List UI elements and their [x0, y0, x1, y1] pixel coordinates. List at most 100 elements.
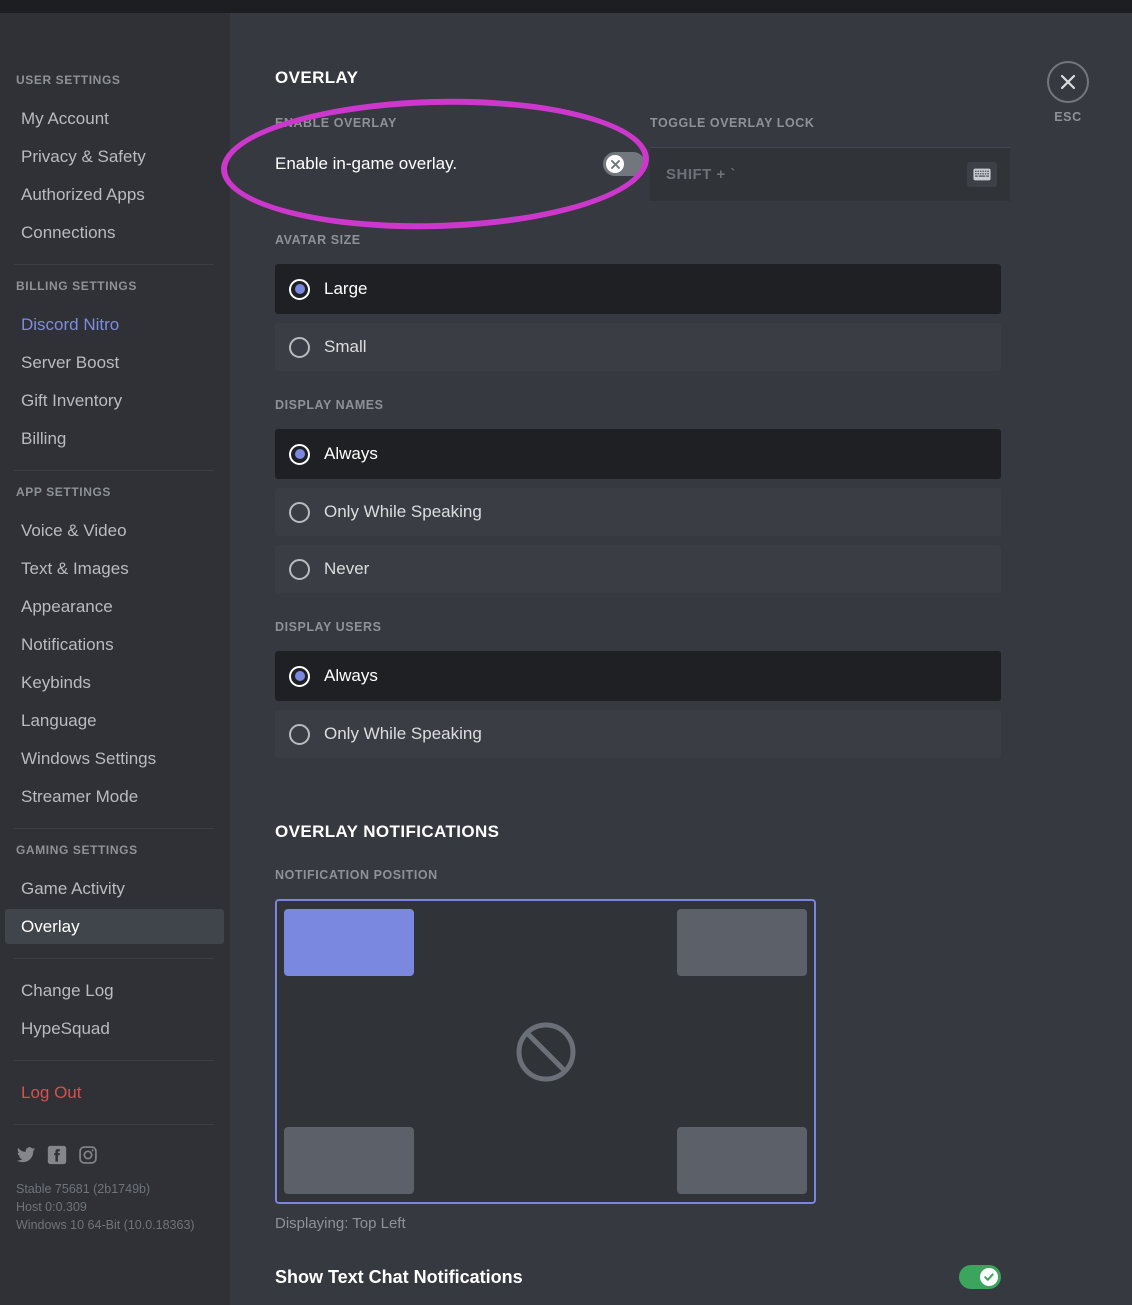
display-users-options: Always Only While Speaking: [275, 651, 1001, 758]
sidebar-group-header-app: APP SETTINGS: [0, 485, 230, 499]
close-settings-button[interactable]: ESC: [1038, 61, 1098, 124]
radio-label: Small: [324, 337, 367, 357]
radio-display-names-never[interactable]: Never: [275, 545, 1001, 593]
sidebar-item-overlay[interactable]: Overlay: [5, 909, 224, 944]
keyboard-icon: [973, 168, 991, 181]
close-icon-circle: [1047, 61, 1089, 103]
sidebar-item-windows-settings[interactable]: Windows Settings: [5, 741, 224, 776]
display-users-section: DISPLAY USERS Always Only While Speaking: [275, 620, 1132, 758]
radio-display-users-always[interactable]: Always: [275, 651, 1001, 701]
radio-display-users-only-while-speaking[interactable]: Only While Speaking: [275, 710, 1001, 758]
radio-label: Always: [324, 444, 378, 464]
sidebar-item-gift-inventory[interactable]: Gift Inventory: [5, 383, 224, 418]
sidebar-item-authorized-apps[interactable]: Authorized Apps: [5, 177, 224, 212]
sidebar-item-server-boost[interactable]: Server Boost: [5, 345, 224, 380]
show-text-chat-notifications-label: Show Text Chat Notifications: [275, 1267, 523, 1288]
settings-sidebar: USER SETTINGS My Account Privacy & Safet…: [0, 13, 230, 1305]
notification-position-label: NOTIFICATION POSITION: [275, 868, 1132, 882]
radio-avatar-size-large[interactable]: Large: [275, 264, 1001, 314]
record-keybind-button[interactable]: [967, 162, 997, 187]
display-names-options: Always Only While Speaking Never: [275, 429, 1001, 593]
enable-overlay-row: Enable in-game overlay.: [275, 147, 645, 181]
overlay-notifications-title: OVERLAY NOTIFICATIONS: [275, 822, 1132, 842]
toggle-overlay-lock-section: TOGGLE OVERLAY LOCK SHIFT + `: [650, 116, 1010, 201]
sidebar-group-header-billing: BILLING SETTINGS: [0, 279, 230, 293]
notification-position-picker[interactable]: [275, 899, 816, 1204]
sidebar-divider: [14, 1060, 214, 1061]
radio-marker: [289, 337, 310, 358]
window-title-bar: [0, 0, 1132, 13]
toggle-overlay-lock-label: TOGGLE OVERLAY LOCK: [650, 116, 1010, 130]
position-top-left[interactable]: [284, 909, 414, 976]
sidebar-group-header-gaming: GAMING SETTINGS: [0, 843, 230, 857]
version-host: Host 0:0.309: [16, 1199, 220, 1217]
sidebar-item-streamer-mode[interactable]: Streamer Mode: [5, 779, 224, 814]
keybind-field[interactable]: SHIFT + `: [650, 147, 1010, 201]
sidebar-item-text-images[interactable]: Text & Images: [5, 551, 224, 586]
twitter-icon[interactable]: [16, 1145, 36, 1165]
enable-overlay-section: ENABLE OVERLAY Enable in-game overlay.: [275, 116, 645, 201]
displaying-caption: Displaying: Top Left: [275, 1215, 1132, 1232]
sidebar-item-hypesquad[interactable]: HypeSquad: [5, 1011, 224, 1046]
position-bottom-left[interactable]: [284, 1127, 414, 1194]
radio-display-names-always[interactable]: Always: [275, 429, 1001, 479]
sidebar-item-privacy-safety[interactable]: Privacy & Safety: [5, 139, 224, 174]
sidebar-item-my-account[interactable]: My Account: [5, 101, 224, 136]
radio-marker: [289, 559, 310, 580]
facebook-icon[interactable]: [47, 1145, 67, 1165]
sidebar-divider: [14, 470, 214, 471]
check-icon: [983, 1271, 995, 1283]
sidebar-divider: [14, 264, 214, 265]
toggle-knob: [980, 1268, 998, 1286]
toggle-knob: [606, 155, 624, 173]
sidebar-divider: [14, 958, 214, 959]
instagram-icon[interactable]: [78, 1145, 98, 1165]
sidebar-divider: [14, 828, 214, 829]
radio-avatar-size-small[interactable]: Small: [275, 323, 1001, 371]
radio-label: Only While Speaking: [324, 502, 482, 522]
avatar-size-options: Large Small: [275, 264, 1001, 371]
radio-marker: [289, 502, 310, 523]
position-top-right[interactable]: [677, 909, 807, 976]
position-bottom-right[interactable]: [677, 1127, 807, 1194]
overlay-top-row: ENABLE OVERLAY Enable in-game overlay. T…: [275, 116, 1132, 201]
sidebar-item-appearance[interactable]: Appearance: [5, 589, 224, 624]
radio-marker: [289, 279, 310, 300]
sidebar-group-header-user: USER SETTINGS: [0, 73, 230, 87]
sidebar-item-change-log[interactable]: Change Log: [5, 973, 224, 1008]
show-text-chat-notifications-row: Show Text Chat Notifications: [275, 1265, 1001, 1289]
sidebar-item-log-out[interactable]: Log Out: [5, 1075, 224, 1110]
sidebar-item-billing[interactable]: Billing: [5, 421, 224, 456]
enable-overlay-toggle[interactable]: [603, 152, 645, 176]
radio-label: Only While Speaking: [324, 724, 482, 744]
version-build: Stable 75681 (2b1749b): [16, 1181, 220, 1199]
display-names-label: DISPLAY NAMES: [275, 398, 1132, 412]
enable-overlay-label: ENABLE OVERLAY: [275, 116, 645, 130]
close-x-icon: [1058, 72, 1078, 92]
sidebar-item-language[interactable]: Language: [5, 703, 224, 738]
radio-label: Always: [324, 666, 378, 686]
social-links: [0, 1139, 230, 1165]
display-names-section: DISPLAY NAMES Always Only While Speaking…: [275, 398, 1132, 593]
sidebar-divider: [14, 1124, 214, 1125]
page-title: OVERLAY: [275, 68, 1132, 88]
version-info: Stable 75681 (2b1749b) Host 0:0.309 Wind…: [0, 1165, 230, 1234]
radio-marker: [289, 666, 310, 687]
radio-label: Large: [324, 279, 367, 299]
sidebar-item-keybinds[interactable]: Keybinds: [5, 665, 224, 700]
position-none[interactable]: [513, 1019, 579, 1085]
show-text-chat-notifications-toggle[interactable]: [959, 1265, 1001, 1289]
radio-display-names-only-while-speaking[interactable]: Only While Speaking: [275, 488, 1001, 536]
esc-label: ESC: [1038, 110, 1098, 124]
keybind-value: SHIFT + `: [666, 166, 736, 183]
sidebar-item-game-activity[interactable]: Game Activity: [5, 871, 224, 906]
avatar-size-label: AVATAR SIZE: [275, 233, 1132, 247]
display-users-label: DISPLAY USERS: [275, 620, 1132, 634]
sidebar-item-discord-nitro[interactable]: Discord Nitro: [5, 307, 224, 342]
sidebar-item-notifications[interactable]: Notifications: [5, 627, 224, 662]
sidebar-item-connections[interactable]: Connections: [5, 215, 224, 250]
version-os: Windows 10 64-Bit (10.0.18363): [16, 1217, 220, 1235]
sidebar-item-voice-video[interactable]: Voice & Video: [5, 513, 224, 548]
enable-overlay-text: Enable in-game overlay.: [275, 154, 457, 174]
radio-marker: [289, 724, 310, 745]
